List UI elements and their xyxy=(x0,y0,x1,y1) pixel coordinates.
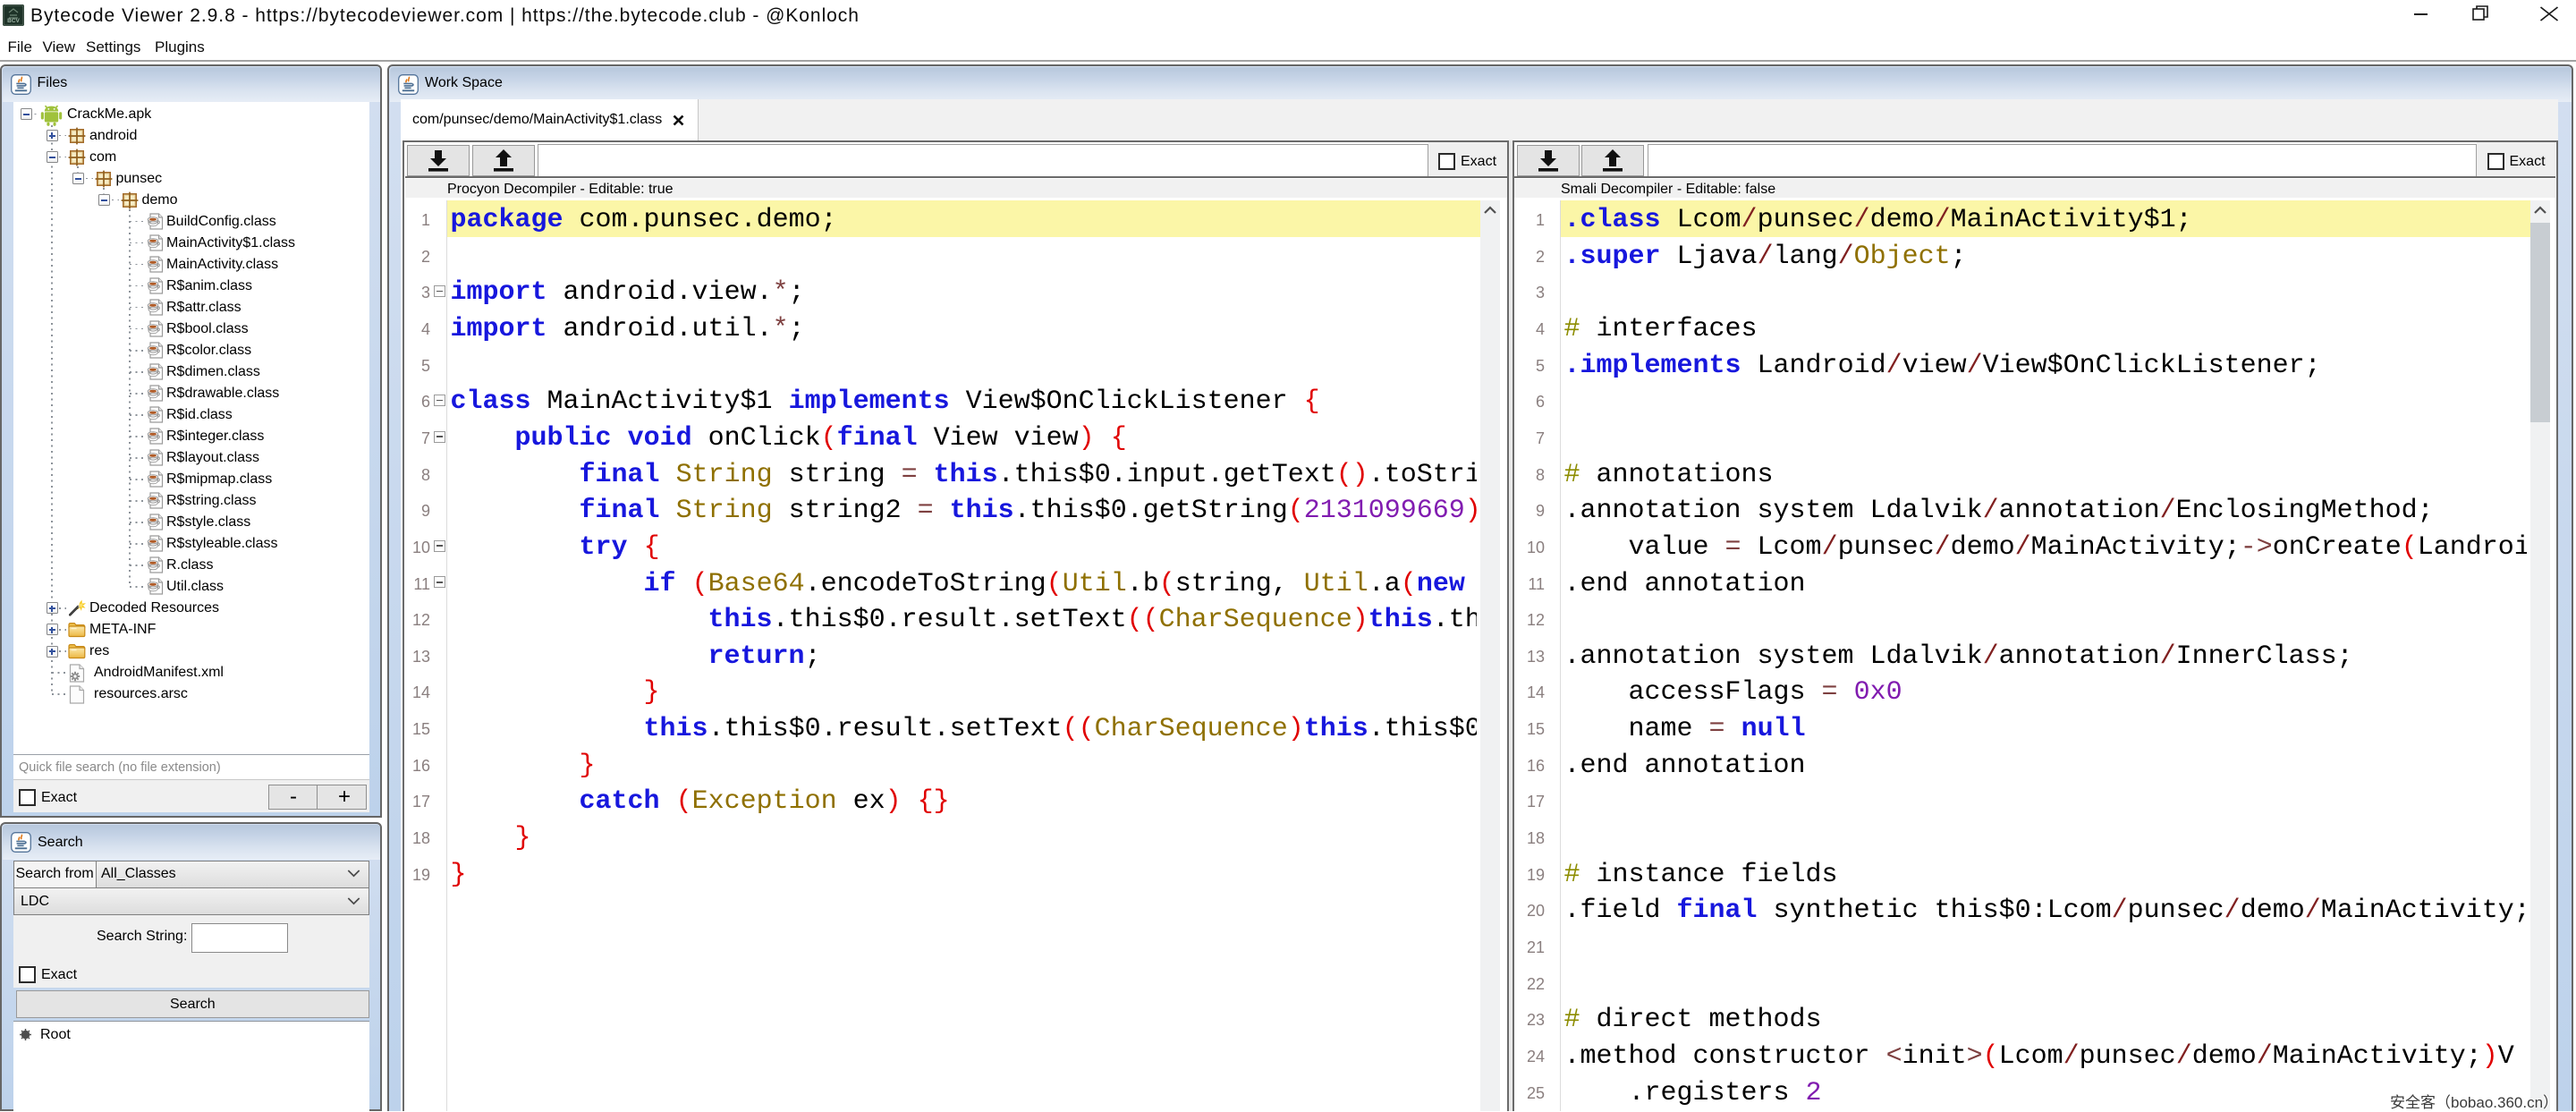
svg-text:BCV: BCV xyxy=(7,18,20,24)
